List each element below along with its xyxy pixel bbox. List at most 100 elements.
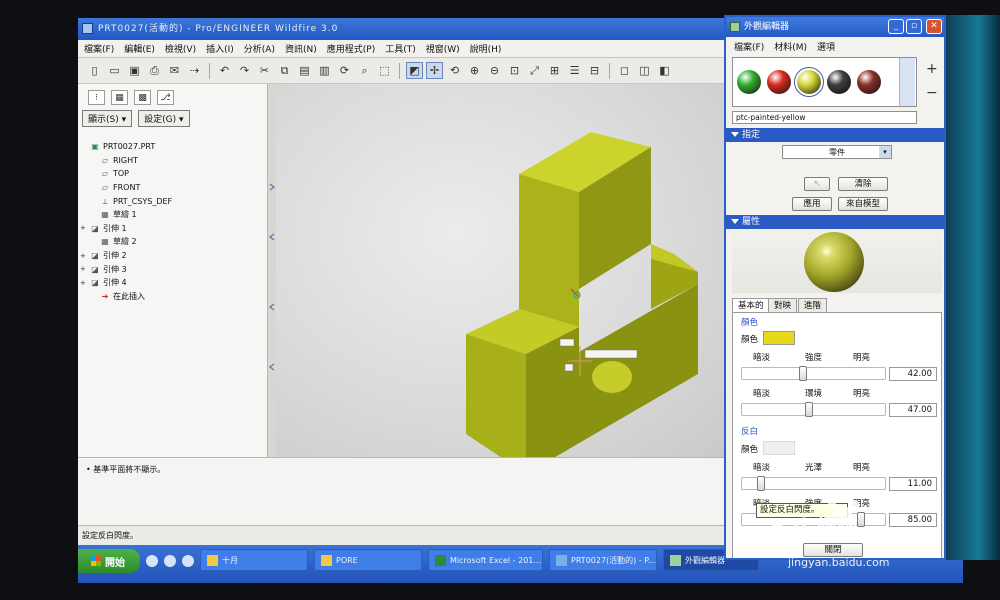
taskbar-item[interactable]: Microsoft Excel - 201...	[428, 549, 543, 571]
tab-map[interactable]: 對映	[768, 298, 798, 313]
menu-item[interactable]: 分析(A)	[244, 42, 275, 55]
wireframe-icon[interactable]: ◻	[616, 62, 633, 79]
reorient-icon[interactable]: ⤢	[526, 62, 543, 79]
taskbar-item[interactable]: 十月	[200, 549, 308, 571]
tree-item[interactable]: + ◪ 引伸 4	[80, 276, 265, 290]
intensity-value[interactable]: 42.00	[889, 367, 937, 381]
dialog-menu-item[interactable]: 檔案(F)	[734, 40, 764, 53]
start-button[interactable]: 開始	[78, 549, 140, 573]
graphics-window[interactable]	[276, 84, 728, 474]
tree-item[interactable]: + ◪ 引伸 3	[80, 262, 265, 276]
expand-icon[interactable]: +	[80, 279, 88, 287]
tree-item[interactable]: ⟂ PRT_CSYS_DEF	[80, 194, 265, 208]
saved-views-icon[interactable]: ⊞	[546, 62, 563, 79]
minimize-icon[interactable]: _	[888, 19, 904, 34]
regenerate-icon[interactable]: ⟳	[336, 62, 353, 79]
paste-icon[interactable]: ▤	[296, 62, 313, 79]
send-icon[interactable]: ⇢	[186, 62, 203, 79]
repaint-icon[interactable]: ◩	[406, 62, 423, 79]
close-icon[interactable]: ✕	[926, 19, 942, 34]
quicklaunch-icon[interactable]	[182, 555, 194, 567]
menu-item[interactable]: 檔案(F)	[84, 42, 114, 55]
remove-appearance-icon[interactable]: −	[926, 85, 938, 101]
taskbar-item[interactable]: PORE	[314, 549, 422, 571]
maximize-icon[interactable]: ▫	[906, 19, 922, 34]
email-icon[interactable]: ✉	[166, 62, 183, 79]
panel-splitter[interactable]	[268, 84, 276, 457]
copy-icon[interactable]: ⧉	[276, 62, 293, 79]
menu-item[interactable]: 說明(H)	[470, 42, 502, 55]
new-file-icon[interactable]: ▯	[86, 62, 103, 79]
taskbar-item[interactable]: PRT0027(活動的) - P...	[549, 549, 657, 571]
ambient-value[interactable]: 47.00	[889, 403, 937, 417]
shininess-value[interactable]: 11.00	[889, 477, 937, 491]
show-dropdown-button[interactable]: 顯示(S) ▾	[82, 110, 133, 127]
select-arrow-button[interactable]: ↖	[804, 177, 830, 191]
save-icon[interactable]: ▣	[126, 62, 143, 79]
tree-item[interactable]: ▱ TOP	[80, 167, 265, 181]
properties-section-header[interactable]: 屬性	[726, 215, 944, 229]
menu-item[interactable]: 檢視(V)	[165, 42, 196, 55]
folder-browser-tab-icon[interactable]: ▦	[111, 90, 128, 105]
ambient-slider[interactable]	[741, 402, 886, 417]
menu-item[interactable]: 視窗(W)	[426, 42, 460, 55]
appearance-swatch[interactable]	[737, 70, 761, 94]
slider-thumb[interactable]	[798, 366, 807, 381]
assign-section-header[interactable]: 指定	[726, 128, 944, 142]
tab-basic[interactable]: 基本的	[732, 298, 770, 313]
expand-icon[interactable]: +	[80, 252, 88, 260]
paste-special-icon[interactable]: ▥	[316, 62, 333, 79]
layers-icon[interactable]: ☰	[566, 62, 583, 79]
tree-item[interactable]: ▱ RIGHT	[80, 154, 265, 168]
appearance-swatch[interactable]	[857, 70, 881, 94]
undo-icon[interactable]: ↶	[216, 62, 233, 79]
appearance-swatch[interactable]	[827, 70, 851, 94]
tree-item[interactable]: ➔ 在此插入	[80, 290, 265, 304]
tree-item[interactable]: ▦ 草繪 1	[80, 208, 265, 222]
print-icon[interactable]: ⎙	[146, 62, 163, 79]
color-swatch-button[interactable]	[763, 331, 795, 345]
open-file-icon[interactable]: ▭	[106, 62, 123, 79]
hidden-line-icon[interactable]: ◫	[636, 62, 653, 79]
zoom-in-icon[interactable]: ⊕	[466, 62, 483, 79]
find-icon[interactable]: ⌕	[356, 62, 373, 79]
quicklaunch-icon[interactable]	[146, 555, 158, 567]
from-model-button[interactable]: 來自模型	[838, 197, 888, 211]
menu-item[interactable]: 編輯(E)	[124, 42, 155, 55]
menu-item[interactable]: 工具(T)	[385, 42, 416, 55]
slider-thumb[interactable]	[756, 476, 765, 491]
redo-icon[interactable]: ↷	[236, 62, 253, 79]
highlight-color-swatch[interactable]	[763, 441, 795, 455]
clear-button[interactable]: 清除	[838, 177, 888, 191]
cut-icon[interactable]: ✂	[256, 62, 273, 79]
add-appearance-icon[interactable]: +	[926, 61, 938, 77]
menu-item[interactable]: 資訊(N)	[285, 42, 317, 55]
view-manager-icon[interactable]: ⊟	[586, 62, 603, 79]
tree-item[interactable]: ▱ FRONT	[80, 181, 265, 195]
appearance-swatch[interactable]	[767, 70, 791, 94]
dialog-menu-item[interactable]: 選項	[817, 40, 835, 53]
dialog-menu-item[interactable]: 材料(M)	[774, 40, 807, 53]
no-hidden-icon[interactable]: ◧	[656, 62, 673, 79]
select-box-icon[interactable]: ⬚	[376, 62, 393, 79]
intensity-slider[interactable]	[741, 366, 886, 381]
tab-advanced[interactable]: 進階	[798, 298, 828, 313]
tree-item[interactable]: + ◪ 引伸 1	[80, 222, 265, 236]
expand-icon[interactable]: +	[80, 224, 88, 232]
tree-item[interactable]: + ◪ 引伸 2	[80, 249, 265, 263]
palette-scrollbar[interactable]	[899, 58, 915, 106]
tree-item[interactable]: ▦ 草繪 2	[80, 235, 265, 249]
orient-mode-icon[interactable]: ⟲	[446, 62, 463, 79]
slider-thumb[interactable]	[805, 402, 814, 417]
spin-center-icon[interactable]: ✢	[426, 62, 443, 79]
appearance-swatch[interactable]	[794, 67, 824, 97]
connections-tab-icon[interactable]: ⎇	[157, 90, 174, 105]
appearance-name-field[interactable]: ptc-painted-yellow	[732, 111, 917, 124]
apply-button[interactable]: 應用	[792, 197, 832, 211]
menu-item[interactable]: 應用程式(P)	[327, 42, 375, 55]
quicklaunch-icon[interactable]	[164, 555, 176, 567]
menu-item[interactable]: 插入(I)	[206, 42, 234, 55]
favorites-tab-icon[interactable]: ▩	[134, 90, 151, 105]
settings-dropdown-button[interactable]: 設定(G) ▾	[138, 110, 190, 127]
shininess-slider[interactable]	[741, 476, 886, 491]
